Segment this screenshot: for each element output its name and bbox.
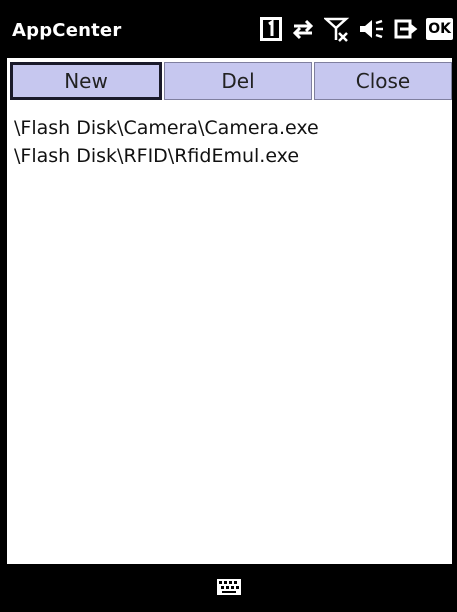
close-button[interactable]: Close xyxy=(314,62,452,100)
toolbar: New Del Close xyxy=(7,62,452,102)
status-icons: OK xyxy=(260,14,453,44)
list-item[interactable]: \Flash Disk\RFID\RfidEmul.exe xyxy=(14,142,444,170)
ok-icon[interactable]: OK xyxy=(426,18,453,40)
no-signal-icon[interactable] xyxy=(324,16,350,42)
ok-label: OK xyxy=(428,21,451,37)
app-content: New Del Close \Flash Disk\Camera\Camera.… xyxy=(7,58,452,564)
new-button[interactable]: New xyxy=(10,62,162,100)
power-plug-icon[interactable] xyxy=(392,17,418,41)
sim-slot-1-icon xyxy=(260,17,283,41)
title-bar: AppCenter OK xyxy=(0,0,457,58)
del-button[interactable]: Del xyxy=(164,62,312,100)
keyboard-icon[interactable] xyxy=(216,578,242,596)
file-list: \Flash Disk\Camera\Camera.exe \Flash Dis… xyxy=(14,114,444,170)
volume-icon[interactable] xyxy=(358,17,384,41)
data-sync-arrows-icon[interactable] xyxy=(290,17,316,41)
device-screen: AppCenter OK New Del Close \Flash Disk\C… xyxy=(0,0,457,612)
app-title: AppCenter xyxy=(12,20,122,41)
list-item[interactable]: \Flash Disk\Camera\Camera.exe xyxy=(14,114,444,142)
soft-key-bar xyxy=(0,564,457,612)
